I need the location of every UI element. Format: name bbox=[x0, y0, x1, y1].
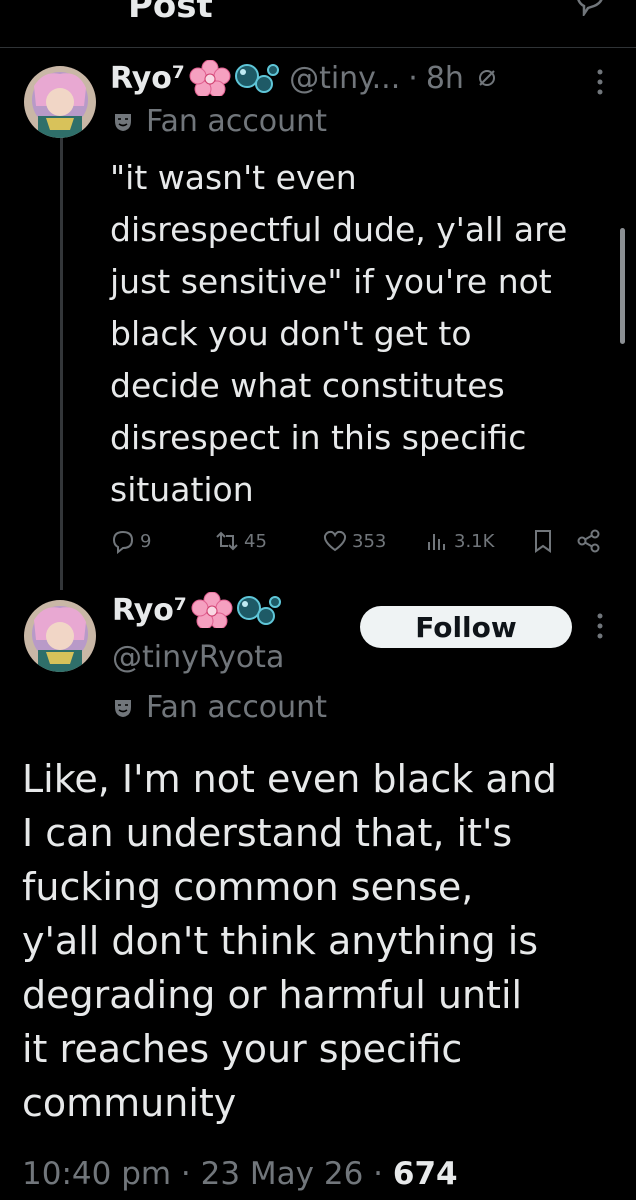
top-bar: Post bbox=[0, 0, 636, 48]
follow-button[interactable]: Follow bbox=[360, 606, 572, 648]
cherry-blossom-emoji bbox=[191, 592, 233, 628]
reply-button[interactable]: 9 bbox=[110, 528, 151, 554]
theater-mask-icon bbox=[115, 699, 131, 717]
author-handle[interactable]: @tiny... bbox=[289, 61, 400, 96]
author-name[interactable]: Ryo⁷ bbox=[112, 593, 187, 628]
main-handle-row: @tinyRyota bbox=[112, 640, 284, 675]
muted-icon bbox=[478, 70, 495, 86]
label-text: Fan account bbox=[146, 104, 327, 139]
bubbles-emoji bbox=[235, 64, 280, 93]
more-vertical-icon[interactable] bbox=[594, 68, 606, 96]
post-text: Like, I'm not even black and I can under… bbox=[22, 757, 557, 1125]
main-author-row: Ryo⁷ bbox=[112, 592, 282, 628]
avatar[interactable] bbox=[24, 600, 96, 672]
separator-dot: · bbox=[408, 60, 418, 96]
comment-icon bbox=[112, 530, 134, 554]
reply-count: 9 bbox=[140, 530, 152, 552]
bookmark-icon bbox=[535, 530, 551, 553]
more-vertical-icon[interactable] bbox=[594, 612, 606, 640]
heart-icon bbox=[323, 530, 347, 552]
page-title: Post bbox=[128, 0, 213, 26]
thread-connector-line bbox=[60, 122, 63, 590]
view-count: 674 bbox=[392, 1156, 458, 1192]
share-icon bbox=[577, 529, 600, 553]
post-page: Post Ryo⁷ @tiny... · 8h Fan account "it … bbox=[0, 0, 636, 1200]
reply-text: "it wasn't even disrespectful dude, y'al… bbox=[110, 158, 568, 509]
avatar[interactable] bbox=[24, 66, 96, 138]
arrow-left-icon[interactable] bbox=[22, 0, 62, 16]
action-bar: 9 45 353 3.1K bbox=[110, 528, 610, 564]
post-metadata: 10:40 pm · 23 May 26 · 674 bbox=[22, 1156, 458, 1192]
reply-author-row: Ryo⁷ @tiny... · 8h bbox=[110, 60, 498, 96]
label-text: Fan account bbox=[146, 690, 327, 725]
affiliation-label: Fan account bbox=[112, 104, 327, 139]
bubbles-emoji bbox=[237, 596, 282, 625]
repost-button[interactable]: 45 bbox=[214, 528, 267, 554]
scrollbar[interactable] bbox=[620, 228, 625, 344]
theater-mask-icon bbox=[115, 113, 131, 131]
view-count: 3.1K bbox=[454, 530, 495, 552]
post-timestamp[interactable]: 10:40 pm · 23 May 26 · bbox=[22, 1156, 393, 1192]
share-button[interactable] bbox=[576, 528, 606, 554]
like-button[interactable]: 353 bbox=[322, 528, 386, 554]
bookmark-button[interactable] bbox=[530, 528, 560, 554]
views-icon bbox=[428, 534, 445, 550]
author-name[interactable]: Ryo⁷ bbox=[110, 61, 185, 96]
author-handle[interactable]: @tinyRyota bbox=[112, 640, 284, 675]
post-time[interactable]: 8h bbox=[426, 61, 464, 96]
reply-icon[interactable] bbox=[574, 0, 606, 16]
affiliation-label: Fan account bbox=[112, 690, 327, 725]
views-button[interactable]: 3.1K bbox=[424, 528, 494, 554]
repost-count: 45 bbox=[244, 530, 267, 552]
cherry-blossom-emoji bbox=[189, 60, 231, 96]
repost-icon bbox=[216, 531, 238, 551]
like-count: 353 bbox=[352, 530, 387, 552]
